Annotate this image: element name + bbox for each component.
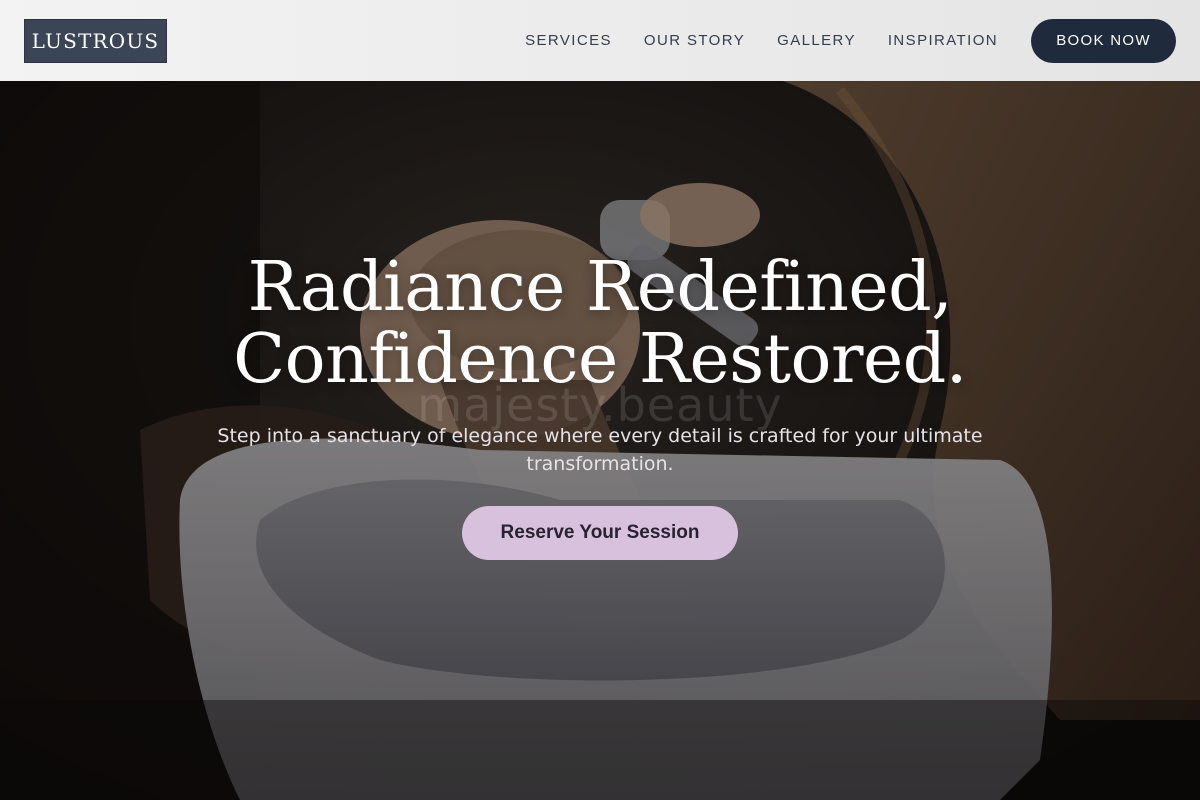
hero-title: Radiance Redefined, Confidence Restored. [0,252,1200,396]
hero-subtitle: Step into a sanctuary of elegance where … [217,425,983,475]
hero-content: Radiance Redefined, Confidence Restored.… [0,252,1200,560]
site-header: LUSTROUS SERVICES OUR STORY GALLERY INSP… [0,0,1200,81]
hero-title-line-1: Radiance Redefined, [247,248,953,327]
hero-title-line-2: Confidence Restored. [233,320,967,399]
book-now-button[interactable]: BOOK NOW [1031,18,1176,63]
main-nav: SERVICES OUR STORY GALLERY INSPIRATION B… [525,0,1176,81]
nav-link-inspiration[interactable]: INSPIRATION [888,32,998,49]
nav-link-gallery[interactable]: GALLERY [777,32,856,49]
nav-link-our-story[interactable]: OUR STORY [644,32,745,49]
nav-link-services[interactable]: SERVICES [525,32,612,49]
brand-logo[interactable]: LUSTROUS [24,18,167,63]
reserve-session-button[interactable]: Reserve Your Session [462,506,738,560]
